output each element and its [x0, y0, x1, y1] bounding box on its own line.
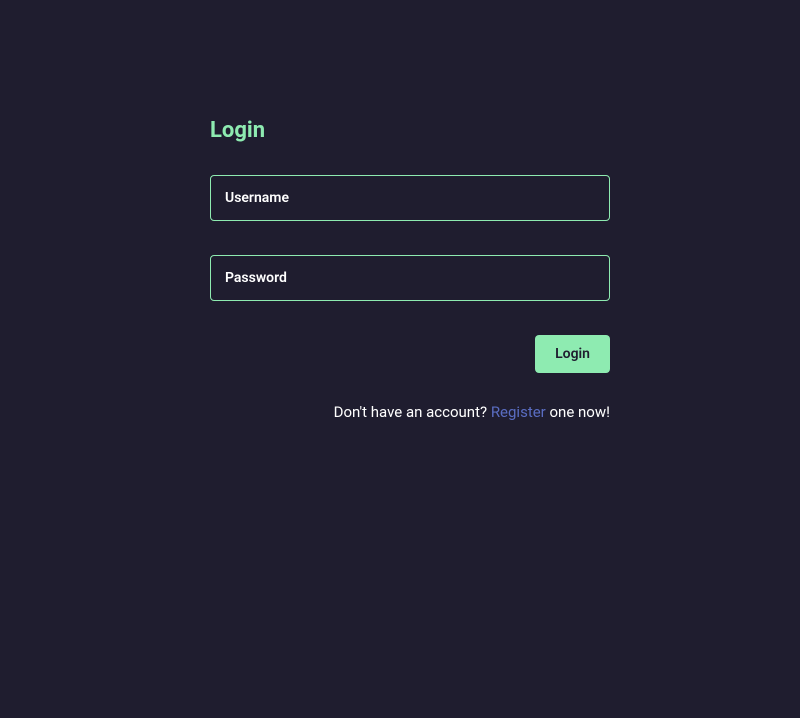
register-suffix: one now!	[546, 403, 610, 421]
register-link[interactable]: Register	[491, 403, 546, 421]
password-input[interactable]	[210, 255, 610, 301]
register-prompt: Don't have an account? Register one now!	[210, 403, 610, 421]
login-form: Login Login Don't have an account? Regis…	[210, 118, 610, 421]
login-title: Login	[210, 118, 610, 143]
username-input[interactable]	[210, 175, 610, 221]
button-row: Login	[210, 335, 610, 373]
login-button[interactable]: Login	[535, 335, 610, 373]
register-prefix: Don't have an account?	[334, 403, 491, 421]
